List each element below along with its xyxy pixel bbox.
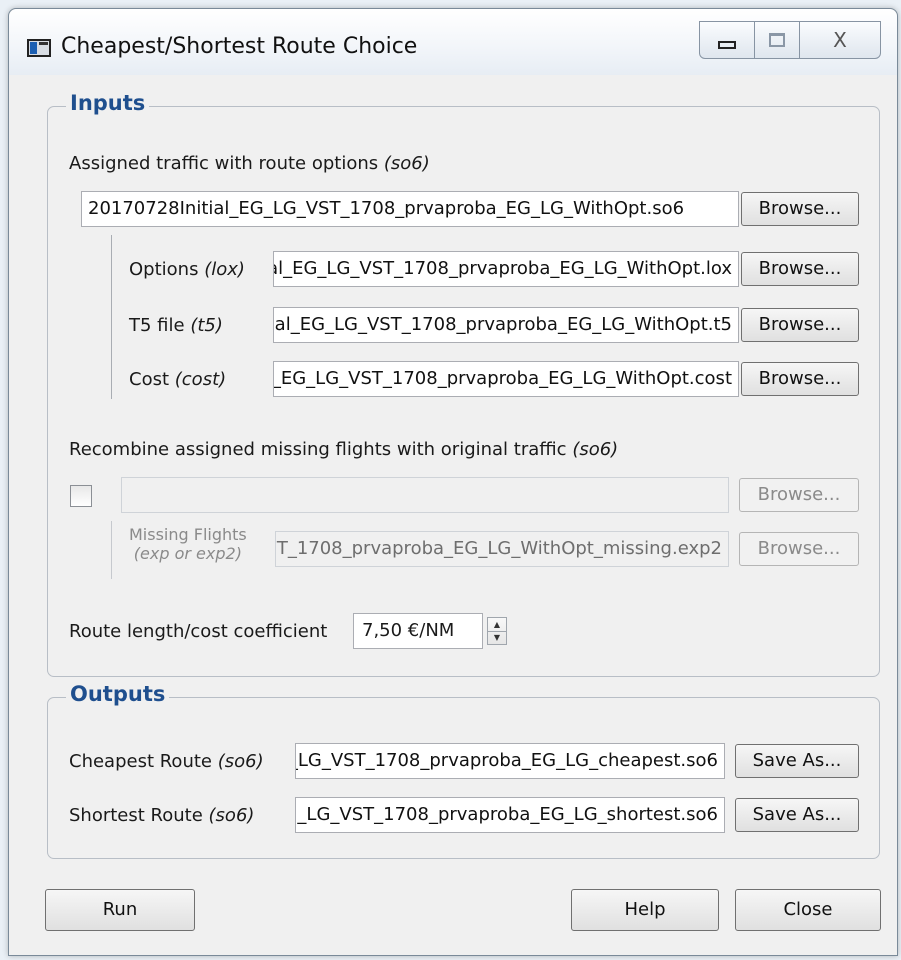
shortest-route-label: Shortest Route (so6) [69, 805, 255, 826]
shortest-route-input[interactable]: 20170728Initial_EG_LG_VST_1708_prvaproba… [295, 797, 725, 833]
missing-flights-browse-button[interactable]: Browse... [739, 532, 859, 566]
cost-ext: (cost) [174, 369, 227, 390]
window-title: Cheapest/Shortest Route Choice [61, 34, 418, 59]
options-browse-button[interactable]: Browse... [741, 252, 859, 286]
maximize-icon [769, 33, 785, 47]
t5-file-input[interactable]: 20170728Initial_EG_LG_VST_1708_prvaproba… [273, 307, 739, 343]
assigned-traffic-ext: (so6) [383, 153, 430, 174]
recombine-ext: (so6) [572, 439, 619, 460]
t5-file-browse-button[interactable]: Browse... [741, 308, 859, 342]
title-bar[interactable]: Cheapest/Shortest Route Choice X [9, 9, 897, 75]
options-label: Options (lox) [129, 259, 245, 280]
missing-flights-label: Missing Flights (exp or exp2) [129, 525, 247, 563]
missing-flights-input[interactable]: 20170728Initial_EG_LG_VST_1708_prvaproba… [275, 531, 729, 567]
outputs-legend: Outputs [66, 682, 170, 706]
assigned-traffic-input[interactable]: 20170728Initial_EG_LG_VST_1708_prvaproba… [81, 191, 739, 227]
coefficient-spinbox[interactable]: 7,50 €/NM [353, 613, 483, 649]
minimize-button[interactable] [699, 21, 755, 59]
cheapest-route-ext: (so6) [217, 751, 264, 772]
missing-indent-line [111, 521, 112, 579]
options-ext: (lox) [204, 259, 245, 280]
assigned-traffic-browse-button[interactable]: Browse... [741, 192, 859, 226]
recombine-checkbox[interactable] [70, 485, 92, 507]
maximize-button[interactable] [754, 21, 800, 59]
inputs-legend: Inputs [66, 91, 150, 115]
spin-down-icon[interactable]: ▼ [488, 631, 506, 644]
minimize-icon [718, 41, 736, 49]
help-button[interactable]: Help [571, 889, 719, 931]
run-button[interactable]: Run [45, 889, 195, 931]
spin-up-icon[interactable]: ▲ [488, 618, 506, 632]
cheapest-route-label: Cheapest Route (so6) [69, 751, 264, 772]
app-icon [27, 39, 51, 57]
t5-file-ext: (t5) [190, 315, 223, 336]
close-window-button[interactable]: X [799, 21, 881, 59]
cost-label: Cost (cost) [129, 369, 227, 390]
shortest-save-as-button[interactable]: Save As... [735, 798, 859, 832]
t5-file-label: T5 file (t5) [129, 315, 223, 336]
shortest-route-ext: (so6) [208, 805, 255, 826]
close-icon: X [833, 28, 847, 52]
missing-flights-ext: (exp or exp2) [133, 544, 242, 563]
coefficient-label: Route length/cost coefficient [69, 621, 328, 642]
recombine-browse-button[interactable]: Browse... [739, 478, 859, 512]
options-input[interactable]: 20170728Initial_EG_LG_VST_1708_prvaproba… [273, 251, 739, 287]
cost-input[interactable]: 20170728Initial_EG_LG_VST_1708_prvaproba… [273, 361, 739, 397]
cheapest-route-input[interactable]: 20170728Initial_EG_LG_VST_1708_prvaproba… [295, 743, 725, 779]
window-controls: X [699, 21, 891, 61]
route-choice-dialog: Cheapest/Shortest Route Choice X Inputs … [8, 8, 898, 956]
close-button[interactable]: Close [735, 889, 881, 931]
coefficient-spinner: ▲ ▼ [487, 617, 507, 645]
assigned-traffic-label: Assigned traffic with route options (so6… [69, 153, 430, 174]
inputs-indent-line [111, 235, 112, 399]
cheapest-save-as-button[interactable]: Save As... [735, 744, 859, 778]
cost-browse-button[interactable]: Browse... [741, 362, 859, 396]
recombine-label: Recombine assigned missing flights with … [69, 439, 619, 460]
recombine-input[interactable] [121, 477, 729, 513]
